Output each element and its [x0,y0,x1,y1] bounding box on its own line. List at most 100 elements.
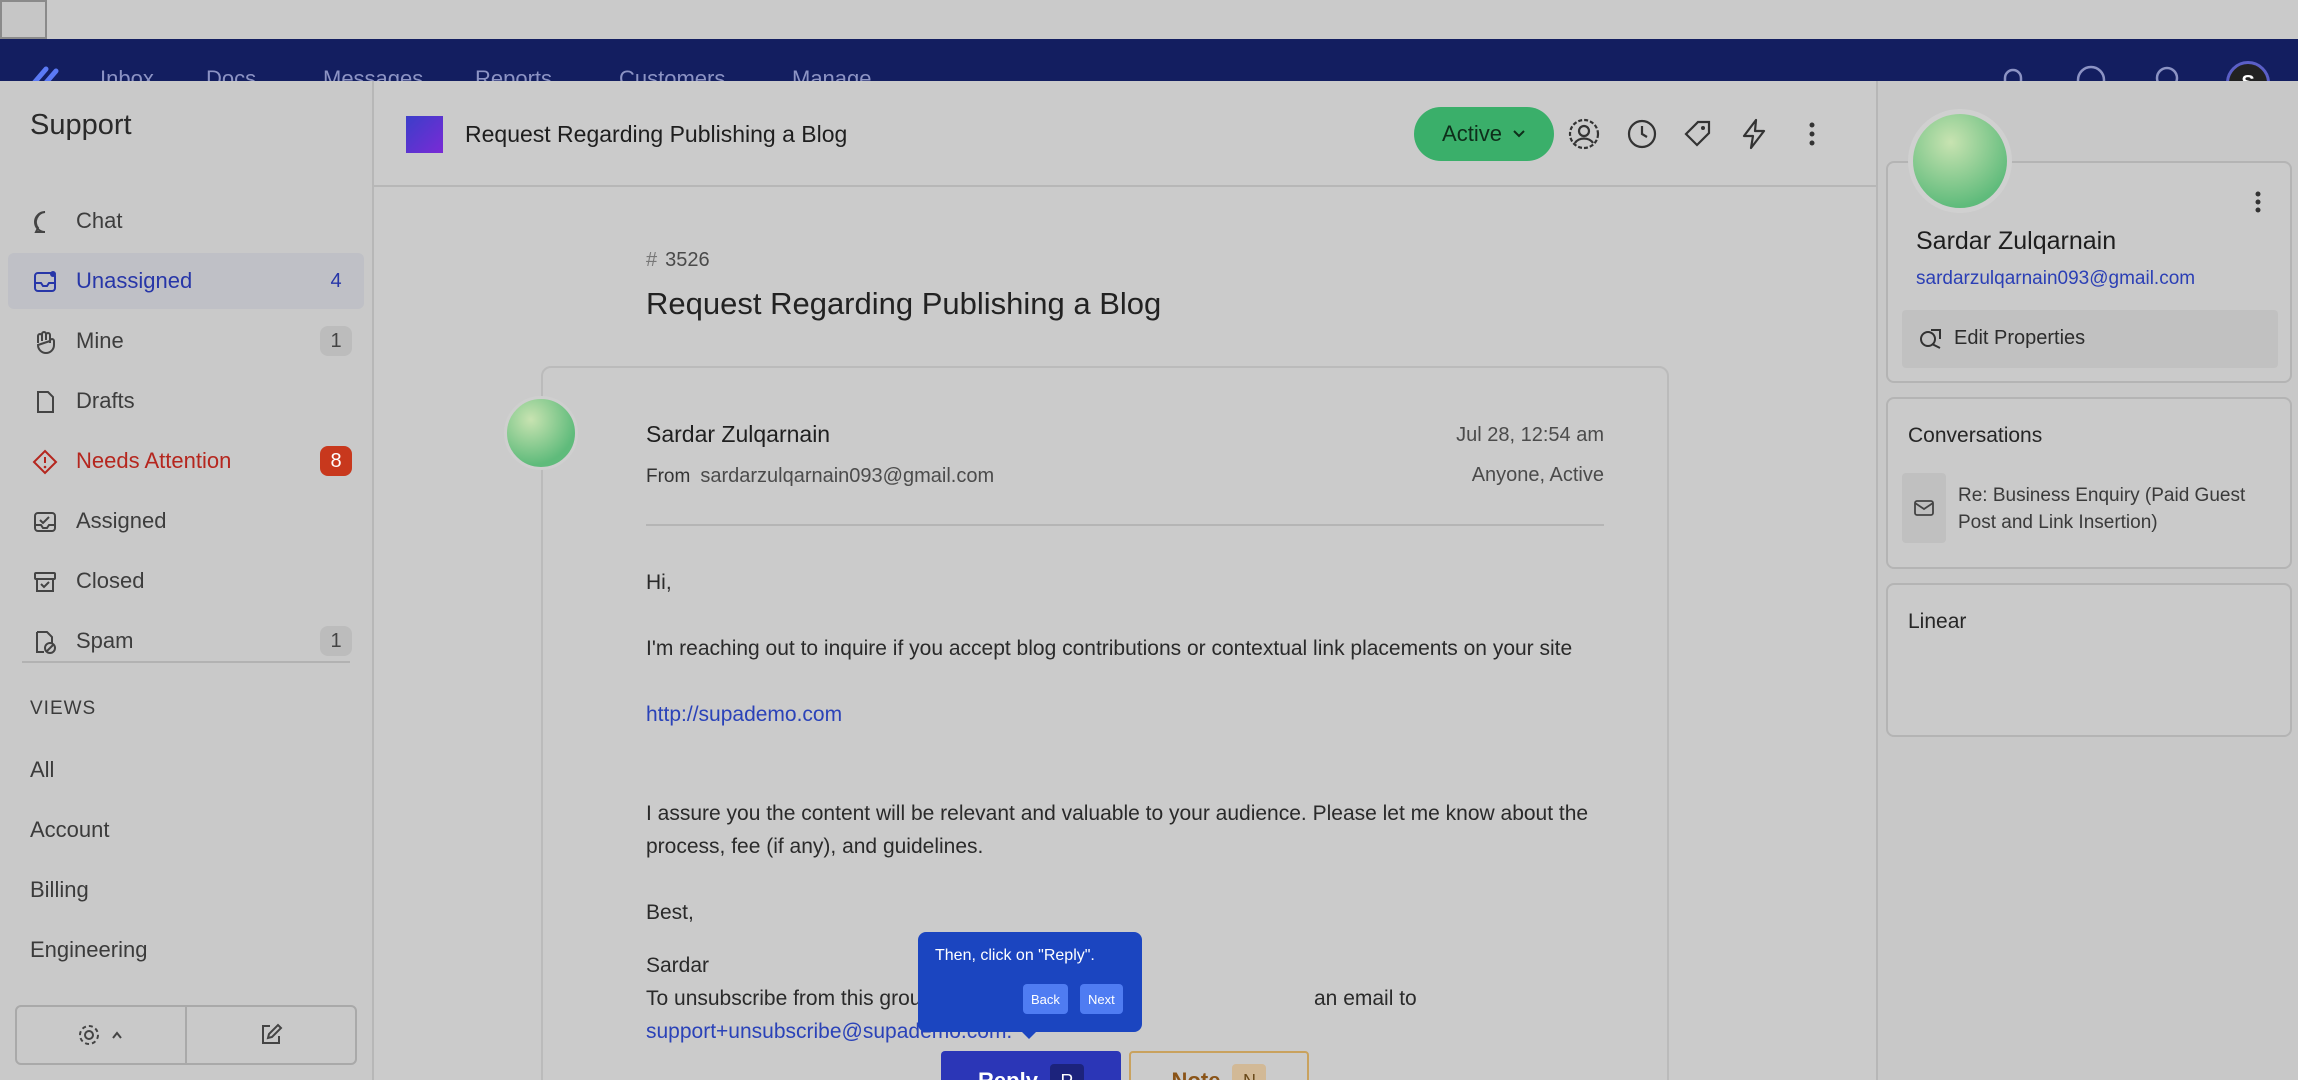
ticket-number-value: 3526 [665,249,710,271]
settings-button[interactable] [17,1007,187,1063]
sidebar-item-label: Assigned [76,508,167,533]
count-badge: 1 [320,326,352,356]
sidebar: Support Chat Unassigned 4 Mine 1 Drafts … [0,81,374,1080]
sidebar-item-label: Closed [76,568,145,593]
search-icon[interactable] [2152,63,2186,81]
message-line: I assure you the content will be relevan… [646,802,1589,825]
gear-icon [79,1025,122,1045]
sidebar-item-closed[interactable]: Closed [8,553,364,609]
conversation-item-subject: Re: Business Enquiry (Paid Guest Post an… [1958,485,2246,533]
note-shortcut: N [1232,1064,1267,1080]
ticket-number: #3526 [646,249,710,272]
nav-manage[interactable]: Manage [792,66,872,81]
inbox-check-icon [34,512,56,532]
nav-docs[interactable]: Docs [206,66,256,81]
top-navbar: Inbox Docs Messages Reports Customers Ma… [0,39,2298,81]
message-greeting: Hi, [646,571,672,594]
sidebar-item-label: Drafts [76,388,135,413]
sidebar-item-label: Chat [76,208,123,233]
more-vertical-icon[interactable] [2248,189,2268,215]
sidebar-item-chat[interactable]: Chat [8,193,364,249]
from-email: sardarzulqarnain093@gmail.com [700,465,995,487]
message-link[interactable]: http://supademo.com [646,698,842,731]
bell-icon[interactable] [1996,63,2030,81]
sidebar-item-label: Mine [76,328,124,353]
guide-tooltip: Then, click on "Reply". Back Next [918,932,1142,1039]
tag-icon[interactable] [1680,116,1716,152]
clock-icon[interactable] [1624,116,1660,152]
message-assign-status: Anyone, Active [1471,464,1604,486]
sidebar-item-assigned[interactable]: Assigned [8,493,364,549]
hash-icon: # [646,249,658,271]
customer-panel: Sardar Zulqarnain sardarzulqarnain093@gm… [1876,81,2298,1080]
window-control[interactable] [0,0,47,39]
message-line: I'm reaching out to inquire if you accep… [646,637,1573,660]
view-account[interactable]: Account [30,817,110,843]
ticket-title: Request Regarding Publishing a Blog [646,286,1162,321]
edit-properties-button[interactable]: Edit Properties [1902,310,2278,368]
top-strip [0,0,2298,39]
sidebar-divider [22,661,350,663]
sidebar-footer [15,1005,357,1065]
conversations-card: Conversations Re: Business Enquiry (Paid… [1886,397,2292,569]
view-engineering[interactable]: Engineering [30,937,147,963]
user-avatar[interactable]: S [2226,61,2270,81]
conversations-title: Conversations [1908,424,2043,447]
linear-card: Linear [1886,583,2292,737]
tooltip-text: Then, click on "Reply". [935,947,1095,964]
more-vertical-icon[interactable] [1794,116,1830,152]
views-heading: VIEWS [30,698,97,719]
reply-button[interactable]: Reply R [941,1051,1121,1080]
from-row: From sardarzulqarnain093@gmail.com [646,465,994,488]
reply-label: Reply [978,1068,1038,1080]
view-all[interactable]: All [30,757,54,783]
tooltip-back-button[interactable]: Back [1023,984,1068,1014]
conversation-view: Request Regarding Publishing a Blog Acti… [374,81,1876,1080]
sidebar-item-label: Spam [76,628,134,653]
conversation-header: Request Regarding Publishing a Blog Acti… [374,81,1876,187]
archive-icon [34,572,56,592]
sidebar-item-drafts[interactable]: Drafts [8,373,364,429]
status-dropdown[interactable]: Active [1414,107,1554,161]
edit-properties-icon [1920,329,1941,349]
help-icon[interactable] [2074,63,2108,81]
message-name: Sardar [646,954,710,977]
note-label: Note [1172,1068,1221,1080]
unsubscribe-text-end: an email to [1314,987,1417,1010]
nav-messages[interactable]: Messages [323,66,423,81]
tooltip-next-button[interactable]: Next [1080,984,1123,1014]
message-date: Jul 28, 12:54 am [1456,424,1604,446]
sidebar-title: Support [30,109,132,141]
unsubscribe-text: To unsubscribe from this group [646,987,934,1010]
lightning-icon[interactable] [1736,116,1772,152]
assign-user-icon[interactable] [1566,116,1602,152]
edit-properties-label: Edit Properties [1954,327,2086,349]
nav-customers[interactable]: Customers [619,66,725,81]
app-logo-icon[interactable] [30,63,60,81]
sender-name: Sardar Zulqarnain [646,421,831,447]
message-line: process, fee (if any), and guidelines. [646,835,984,858]
view-billing[interactable]: Billing [30,877,89,903]
sender-avatar [504,396,578,470]
sidebar-item-unassigned[interactable]: Unassigned 4 [8,253,364,309]
conversation-channel-icon [406,116,443,153]
customer-avatar [1908,109,2012,213]
mail-icon [1902,473,1946,543]
nav-reports[interactable]: Reports [475,66,552,81]
nav-inbox[interactable]: Inbox [100,66,154,81]
count-badge: 1 [320,626,352,656]
count-badge: 8 [320,446,352,476]
conversation-title: Request Regarding Publishing a Blog [465,121,848,147]
customer-email[interactable]: sardarzulqarnain093@gmail.com [1916,268,2195,290]
sidebar-item-mine[interactable]: Mine 1 [8,313,364,369]
hand-icon [36,331,55,354]
sidebar-item-needs-attention[interactable]: Needs Attention 8 [8,433,364,489]
sidebar-item-label: Unassigned [76,268,193,293]
compose-button[interactable] [187,1007,355,1063]
note-button[interactable]: Note N [1129,1051,1309,1080]
status-label: Active [1442,121,1502,146]
spam-document-icon [36,631,56,654]
message-divider [646,524,1604,526]
count-badge: 4 [330,269,342,292]
customer-name: Sardar Zulqarnain [1916,227,2117,255]
